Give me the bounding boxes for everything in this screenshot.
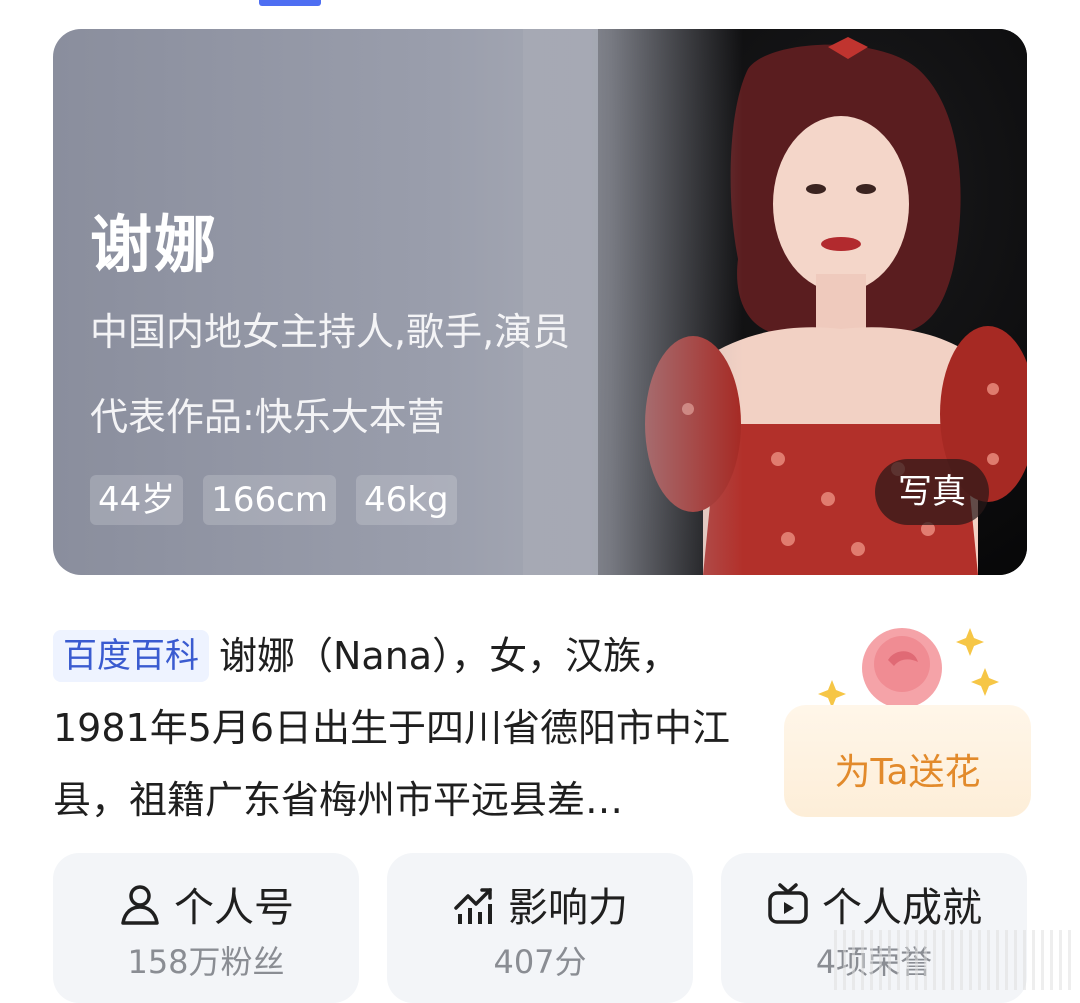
profile-representative-works: 代表作品:快乐大本营 [90, 395, 445, 439]
stat-value-influence-score: 407分 [493, 943, 587, 981]
stat-title-influence: 影响力 [508, 885, 628, 931]
trend-chart-icon [454, 888, 492, 924]
profile-name: 谢娜 [90, 208, 219, 281]
stat-value-fans: 158万粉丝 [127, 943, 285, 981]
stat-card-personal-account[interactable]: 个人号 158万粉丝 [53, 853, 359, 1003]
encyclopedia-intro[interactable]: 百度百科 谢娜（Nana），女，汉族，1981年5月6日出生于四川省德阳市中江县，… [53, 620, 773, 836]
stat-card-influence[interactable]: 影响力 407分 [387, 853, 693, 1003]
baike-source-badge[interactable]: 百度百科 [53, 630, 209, 682]
profile-description: 中国内地女主持人,歌手,演员 [90, 310, 571, 354]
send-flower-button[interactable]: 为Ta送花 [784, 705, 1031, 817]
age-tag: 44岁 [90, 475, 184, 525]
tv-icon [768, 883, 808, 924]
photo-gallery-button[interactable]: 写真 [875, 459, 989, 525]
person-icon [121, 885, 159, 925]
send-flower-label: 为Ta送花 [834, 752, 981, 793]
profile-hero-card[interactable]: 谢娜 中国内地女主持人,歌手,演员 代表作品:快乐大本营 44岁 166cm 4… [53, 29, 1027, 575]
stat-title-personal-account: 个人号 [174, 885, 294, 931]
stat-title-achievements: 个人成就 [822, 885, 982, 931]
watermark [834, 930, 1074, 990]
height-tag: 166cm [203, 475, 336, 525]
profile-tags: 44岁 166cm 46kg [90, 475, 457, 525]
weight-tag: 46kg [355, 475, 457, 525]
active-tab-indicator [259, 0, 321, 6]
